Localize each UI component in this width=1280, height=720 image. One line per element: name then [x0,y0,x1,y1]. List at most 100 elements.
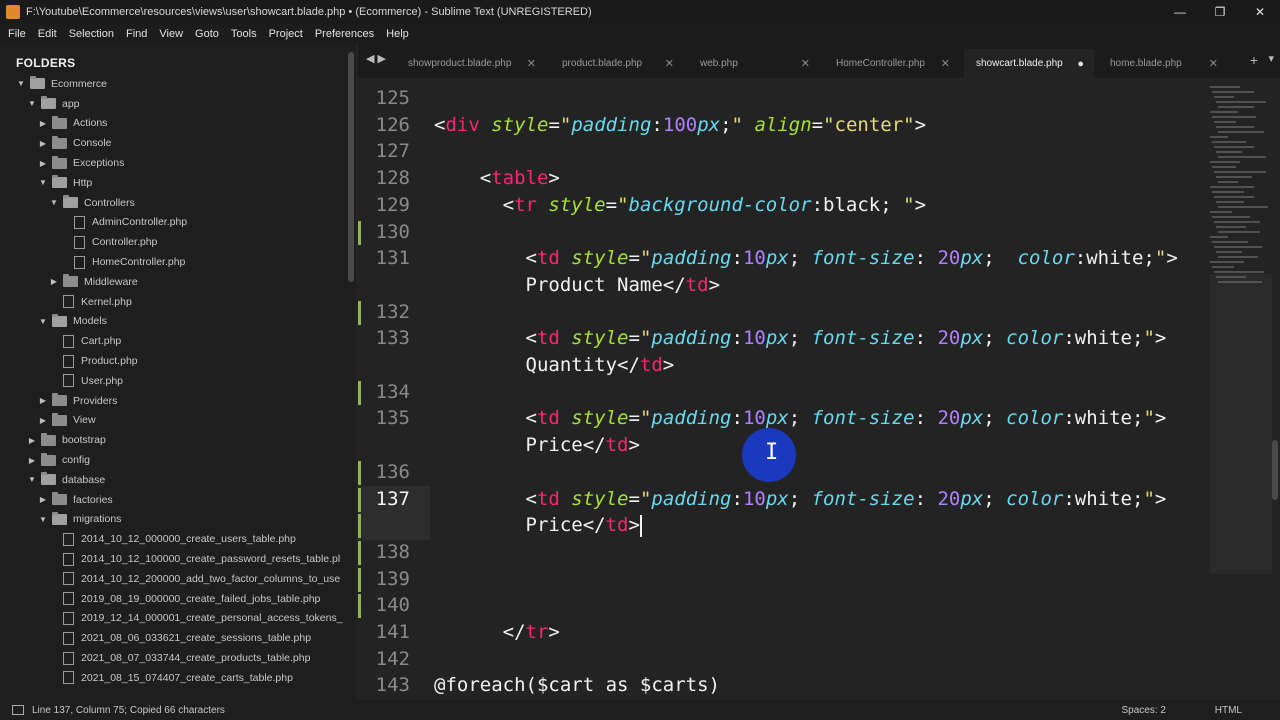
chevron-right-icon[interactable]: ▶ [38,119,48,128]
new-tab-button[interactable]: + [1250,52,1258,68]
chevron-down-icon[interactable]: ▼ [16,79,26,88]
menu-edit[interactable]: Edit [32,28,63,40]
tree-file[interactable]: ▶User.php [0,371,346,391]
code-line[interactable]: 129 <tr style="background-color:black; "… [358,192,1218,219]
tab-showproduct-blade-php[interactable]: showproduct.blade.php ✕ [396,49,546,78]
menu-view[interactable]: View [153,28,189,40]
minimap-viewport[interactable] [1210,274,1272,574]
tab-nav-arrows[interactable]: ◀ ▶ [366,52,386,65]
status-indentation[interactable]: Spaces: 2 [1122,705,1166,716]
menu-goto[interactable]: Goto [189,28,225,40]
close-tab-icon[interactable]: ✕ [1209,57,1218,70]
tree-file[interactable]: ▶2014_10_12_200000_add_two_factor_column… [0,569,346,589]
menu-help[interactable]: Help [380,28,415,40]
chevron-down-icon[interactable]: ▼ [38,178,48,187]
tree-file[interactable]: ▶2014_10_12_100000_create_password_reset… [0,549,346,569]
tree-folder[interactable]: ▶ bootstrap [0,430,346,450]
tree-file[interactable]: ▶2019_12_14_000001_create_personal_acces… [0,609,346,629]
tree-folder[interactable]: ▶ Middleware [0,272,346,292]
tree-file[interactable]: ▶2021_08_15_074407_create_carts_table.ph… [0,668,346,688]
tree-file[interactable]: ▶Cart.php [0,331,346,351]
code-line[interactable]: 126 <div style="padding:100px;" align="ce… [358,112,1218,139]
chevron-right-icon[interactable]: ▶ [38,139,48,148]
menu-selection[interactable]: Selection [63,28,120,40]
minimap[interactable] [1210,78,1272,700]
tab-homecontroller-php[interactable]: HomeController.php ✕ [824,49,960,78]
menu-project[interactable]: Project [263,28,309,40]
code-line[interactable]: Price</td> [358,432,1218,459]
tree-folder[interactable]: ▶ Exceptions [0,153,346,173]
code-line[interactable]: 139 [358,566,1218,593]
code-line[interactable]: 134 [358,379,1218,406]
tree-folder[interactable]: ▼ Ecommerce [0,74,346,94]
chevron-right-icon[interactable]: ▶ [38,416,48,425]
tree-folder[interactable]: ▼ Http [0,173,346,193]
tree-folder[interactable]: ▼ migrations [0,510,346,530]
tree-folder[interactable]: ▶ View [0,411,346,431]
status-syntax[interactable]: HTML [1215,705,1242,716]
tab-web-php[interactable]: web.php ✕ [688,49,820,78]
close-tab-icon[interactable]: ✕ [665,57,674,70]
code-line[interactable]: 132 [358,299,1218,326]
tree-folder[interactable]: ▶ Actions [0,114,346,134]
tab-home-blade-php[interactable]: home.blade.php ✕ [1098,49,1228,78]
code-editor[interactable]: I 125 126 <div style="padding:100px;" alig… [358,78,1280,700]
close-tab-icon[interactable]: ✕ [941,57,950,70]
tree-folder[interactable]: ▶ Providers [0,391,346,411]
panel-toggle-icon[interactable] [12,705,24,715]
code-line[interactable]: 127 [358,138,1218,165]
close-button[interactable]: ✕ [1240,0,1280,24]
tree-file[interactable]: ▶Product.php [0,351,346,371]
tab-product-blade-php[interactable]: product.blade.php ✕ [550,49,684,78]
chevron-right-icon[interactable]: ▶ [49,277,59,286]
tab-showcart-blade-php[interactable]: showcart.blade.php ● [964,49,1094,78]
code-line[interactable]: 141 </tr> [358,619,1218,646]
code-line[interactable]: 133 <td style="padding:10px; font-size: … [358,325,1218,352]
code-line[interactable]: 125 [358,85,1218,112]
tree-file[interactable]: ▶AdminController.php [0,213,346,233]
menu-file[interactable]: File [2,28,32,40]
code-line[interactable]: Quantity</td> [358,352,1218,379]
tab-overflow-button[interactable]: ▾ [1268,52,1274,65]
menu-tools[interactable]: Tools [225,28,263,40]
chevron-down-icon[interactable]: ▼ [38,317,48,326]
chevron-right-icon[interactable]: ▶ [27,436,37,445]
code-line[interactable]: 131 <td style="padding:10px; font-size: … [358,245,1218,272]
code-line[interactable]: Product Name</td> [358,272,1218,299]
tree-file[interactable]: ▶Controller.php [0,232,346,252]
chevron-right-icon[interactable]: ▶ [27,456,37,465]
code-line[interactable]: 135 <td style="padding:10px; font-size: … [358,405,1218,432]
code-line[interactable]: 143 @foreach($cart as $carts) [358,672,1218,699]
code-line[interactable]: 136 [358,459,1218,486]
chevron-down-icon[interactable]: ▼ [27,99,37,108]
tree-file[interactable]: ▶2019_08_19_000000_create_failed_jobs_ta… [0,589,346,609]
chevron-down-icon[interactable]: ▼ [27,475,37,484]
chevron-down-icon[interactable]: ▼ [38,515,48,524]
close-tab-icon[interactable]: ✕ [527,57,536,70]
chevron-right-icon[interactable]: ▶ [38,396,48,405]
code-line[interactable]: 137 <td style="padding:10px; font-size: … [358,486,1218,513]
sidebar-scrollbar[interactable] [348,52,354,282]
close-tab-icon[interactable]: ✕ [801,57,810,70]
tree-folder[interactable]: ▶ factories [0,490,346,510]
tree-folder[interactable]: ▼ Models [0,312,346,332]
tree-file[interactable]: ▶HomeController.php [0,252,346,272]
menu-find[interactable]: Find [120,28,153,40]
tree-folder[interactable]: ▼ database [0,470,346,490]
code-line[interactable]: 142 [358,646,1218,673]
tree-file[interactable]: ▶Kernel.php [0,292,346,312]
tree-file[interactable]: ▶2021_08_06_033621_create_sessions_table… [0,628,346,648]
code-line[interactable]: 138 [358,539,1218,566]
tree-file[interactable]: ▶2021_08_07_033744_create_products_table… [0,648,346,668]
menu-preferences[interactable]: Preferences [309,28,380,40]
editor-scrollbar[interactable] [1272,440,1278,500]
tree-folder[interactable]: ▼ Controllers [0,193,346,213]
code-line[interactable]: 128 <table> [358,165,1218,192]
tree-folder[interactable]: ▶ config [0,450,346,470]
chevron-down-icon[interactable]: ▼ [49,198,59,207]
chevron-right-icon[interactable]: ▶ [38,495,48,504]
tree-file[interactable]: ▶2014_10_12_000000_create_users_table.ph… [0,529,346,549]
tree-folder[interactable]: ▶ Console [0,133,346,153]
chevron-right-icon[interactable]: ▶ [38,159,48,168]
minimize-button[interactable]: — [1160,0,1200,24]
